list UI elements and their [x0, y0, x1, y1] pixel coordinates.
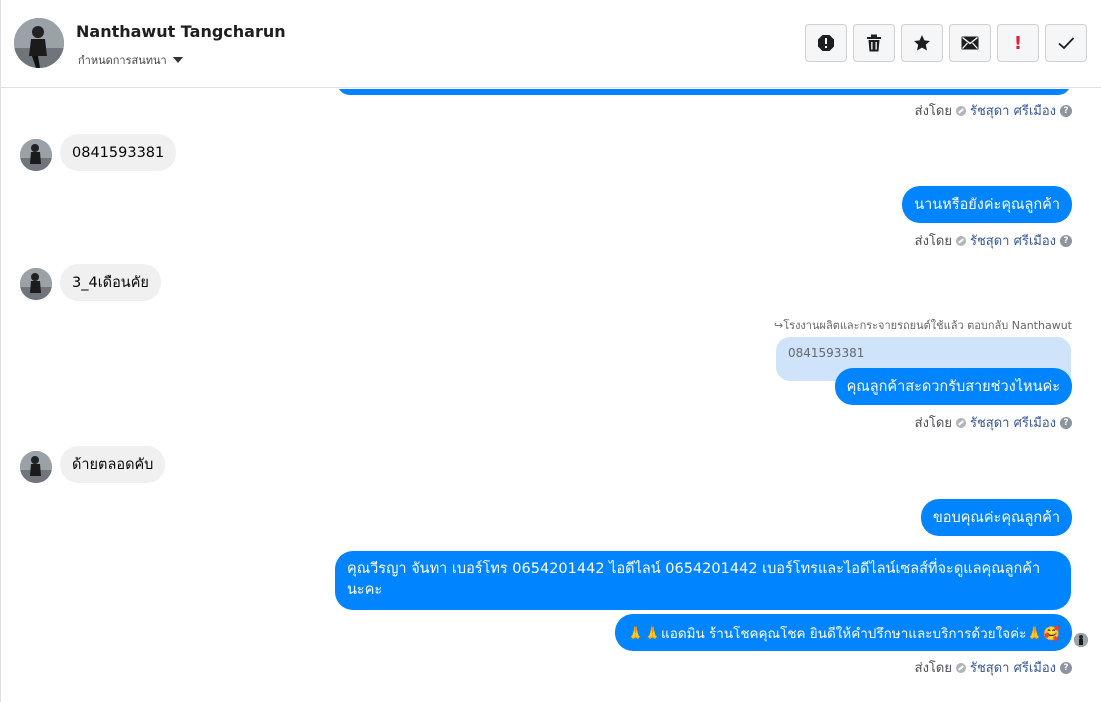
- agent-status-icon: [955, 417, 966, 428]
- outgoing-message[interactable]: คุณลูกค้าสะดวกรับสายช่วงไหนค่ะ: [834, 368, 1072, 405]
- help-icon[interactable]: ?: [1060, 104, 1072, 117]
- assign-conversation-dropdown[interactable]: กำหนดการสนทนา: [78, 51, 183, 69]
- spam-button[interactable]: [805, 24, 847, 62]
- sent-by-line: ส่งโดย รัชสุดา ศรีเมือง ?: [915, 657, 1072, 678]
- message-thread[interactable]: ส่งโดย รัชสุดา ศรีเมือง ? 0841593381 นาน…: [1, 89, 1101, 702]
- contact-message-avatar[interactable]: [20, 139, 52, 171]
- seen-avatar: [1074, 633, 1088, 647]
- sent-by-prefix: ส่งโดย: [914, 104, 952, 119]
- sent-by-line: ส่งโดย รัชสุดา ศรีเมือง ?: [915, 412, 1072, 433]
- caret-down-icon: [172, 57, 183, 63]
- important-icon: !: [1013, 32, 1023, 54]
- outgoing-message[interactable]: คุณวีรญา จันทา เบอร์โทร 0654201442 ไอดีไ…: [335, 551, 1071, 610]
- envelope-icon: [961, 36, 979, 50]
- sent-by-prefix: ส่งโดย: [914, 234, 952, 249]
- trash-icon: [867, 34, 881, 52]
- agent-name[interactable]: รัชสุดา ศรีเมือง: [970, 412, 1056, 433]
- reply-context-label: ↪โรงงานผลิตและกระจายรถยนต์ใช้แล้ว ตอบกลั…: [774, 319, 1072, 332]
- star-button[interactable]: [901, 24, 943, 62]
- contact-message-avatar[interactable]: [20, 268, 52, 300]
- agent-name[interactable]: รัชสุดา ศรีเมือง: [970, 100, 1056, 121]
- incoming-message[interactable]: 3_4เดือนคัย: [60, 264, 161, 301]
- check-icon: [1058, 37, 1075, 50]
- outgoing-message-partial[interactable]: [337, 89, 1071, 95]
- done-button[interactable]: [1045, 24, 1087, 62]
- sent-by-line: ส่งโดย รัชสุดา ศรีเมือง ?: [915, 230, 1072, 251]
- sent-by-line: ส่งโดย รัชสุดา ศรีเมือง ?: [915, 100, 1072, 121]
- outgoing-message[interactable]: ขอบคุณค่ะคุณลูกค้า: [920, 499, 1072, 536]
- help-icon[interactable]: ?: [1060, 661, 1072, 674]
- conversation-header: Nanthawut Tangcharun กำหนดการสนทนา !: [1, 0, 1101, 88]
- incoming-message[interactable]: ด้ายตลอดคับ: [60, 446, 166, 483]
- action-toolbar: !: [805, 24, 1087, 62]
- agent-name[interactable]: รัชสุดา ศรีเมือง: [970, 657, 1056, 678]
- contact-message-avatar[interactable]: [20, 451, 52, 483]
- important-button[interactable]: !: [997, 24, 1039, 62]
- contact-avatar[interactable]: [14, 18, 64, 68]
- incoming-message[interactable]: 0841593381: [60, 134, 177, 171]
- contact-name: Nanthawut Tangcharun: [76, 22, 286, 41]
- agent-status-icon: [955, 662, 966, 673]
- outgoing-message[interactable]: นานหรือยังค่ะคุณลูกค้า: [902, 186, 1072, 223]
- agent-name[interactable]: รัชสุดา ศรีเมือง: [970, 230, 1056, 251]
- spam-icon: [818, 35, 834, 51]
- star-icon: [914, 35, 930, 51]
- agent-status-icon: [955, 235, 966, 246]
- sent-by-prefix: ส่งโดย: [914, 416, 952, 431]
- outgoing-message[interactable]: 🙏🙏แอดมิน ร้านโชคคุณโชค ยินดีให้คำปรึกษาแ…: [615, 614, 1072, 651]
- mark-unread-button[interactable]: [949, 24, 991, 62]
- delete-button[interactable]: [853, 24, 895, 62]
- sent-by-prefix: ส่งโดย: [914, 661, 952, 676]
- assign-label: กำหนดการสนทนา: [78, 54, 167, 67]
- agent-status-icon: [955, 105, 966, 116]
- help-icon[interactable]: ?: [1060, 416, 1072, 429]
- help-icon[interactable]: ?: [1060, 234, 1072, 247]
